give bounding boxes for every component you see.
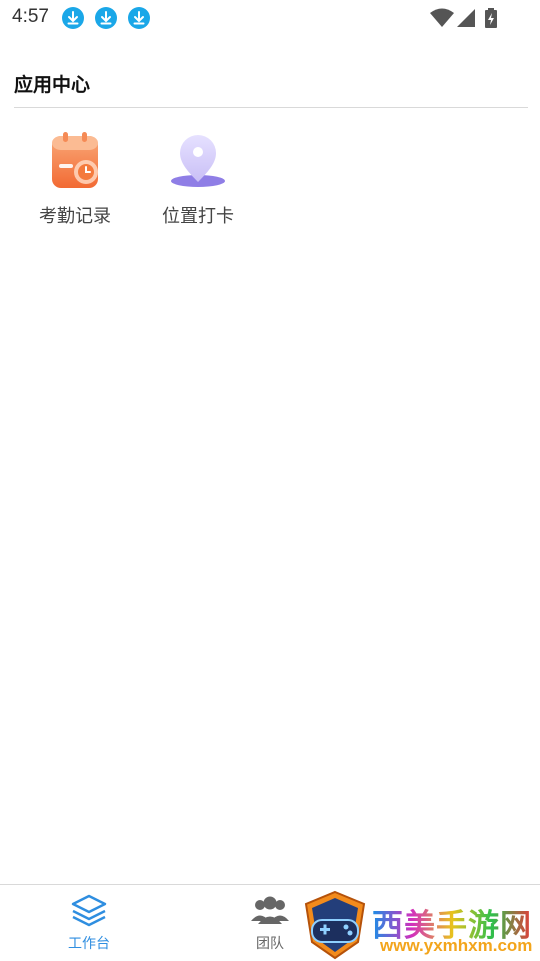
- status-bar: 4:57: [0, 0, 540, 36]
- download-icon: [62, 7, 84, 29]
- app-label: 考勤记录: [39, 206, 111, 227]
- layers-icon: [69, 893, 109, 929]
- download-icon: [128, 7, 150, 29]
- location-pin-icon: [168, 130, 228, 192]
- page-title: 应用中心: [14, 74, 91, 96]
- app-label: 位置打卡: [162, 206, 234, 227]
- status-time: 4:57: [12, 6, 49, 27]
- app-attendance-records[interactable]: 考勤记录: [20, 130, 130, 230]
- wifi-icon: [430, 8, 454, 32]
- watermark: 西美手游网 www.yxmhxm.com: [300, 890, 540, 960]
- download-icon: [95, 7, 117, 29]
- app-location-checkin[interactable]: 位置打卡: [143, 130, 253, 230]
- watermark-url: www.yxmhxm.com: [380, 936, 533, 955]
- gamepad-shield-logo: [304, 890, 366, 960]
- divider: [14, 107, 528, 108]
- tab-workbench[interactable]: 工作台: [34, 885, 144, 961]
- team-icon: [250, 893, 290, 929]
- cell-signal-icon: [456, 8, 476, 32]
- tab-label: 工作台: [68, 936, 110, 952]
- battery-icon: [484, 8, 498, 32]
- calendar-clock-icon: [45, 130, 105, 192]
